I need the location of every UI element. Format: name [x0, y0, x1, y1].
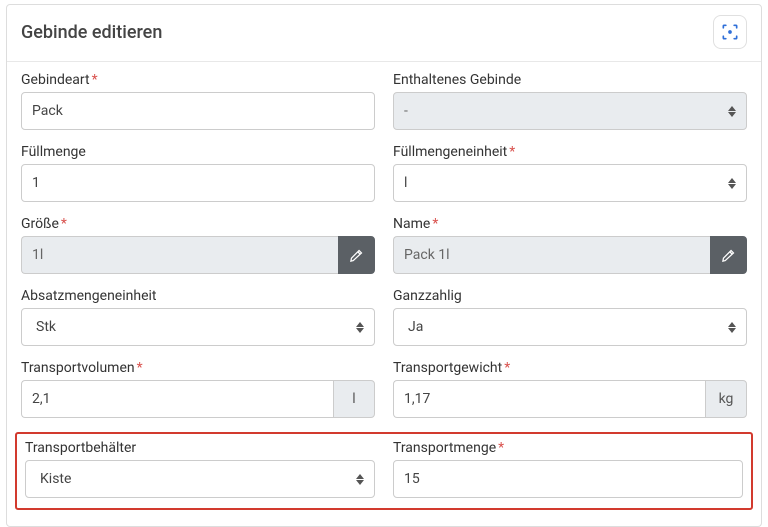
scan-icon	[720, 22, 740, 42]
scan-button[interactable]	[713, 15, 747, 49]
transportgewicht-label: Transportgewicht*	[393, 360, 747, 376]
fuellmenge-input[interactable]: 1	[21, 164, 375, 202]
fuellmengeneinheit-label: Füllmengeneinheit*	[393, 144, 747, 160]
name-display: Pack 1l	[393, 236, 710, 274]
chevron-updown-icon	[728, 322, 736, 333]
transportgewicht-input[interactable]: 1,17	[393, 380, 705, 418]
fuellmengeneinheit-select[interactable]: l	[393, 164, 747, 202]
transportbehaelter-label: Transportbehälter	[25, 440, 375, 456]
name-label: Name*	[393, 216, 747, 232]
transportvolumen-label: Transportvolumen*	[21, 360, 375, 376]
chevron-updown-icon	[728, 178, 736, 189]
transportvolumen-input[interactable]: 2,1	[21, 380, 333, 418]
transportvolumen-group: 2,1 l	[21, 380, 375, 418]
name-group: Pack 1l	[393, 236, 747, 274]
edit-icon	[721, 248, 736, 263]
ganzzahlig-label: Ganzzahlig	[393, 288, 747, 304]
ganzzahlig-select[interactable]: Ja	[393, 308, 747, 346]
panel-title: Gebinde editieren	[21, 22, 162, 43]
gebindeart-input[interactable]: Pack	[21, 92, 375, 130]
transportmenge-input[interactable]: 15	[393, 460, 743, 498]
transportgewicht-group: 1,17 kg	[393, 380, 747, 418]
transportbehaelter-select[interactable]: Kiste	[25, 460, 375, 498]
enthaltenes-select[interactable]: -	[393, 92, 747, 130]
panel-body: Gebindeart* Pack Enthaltenes Gebinde -	[7, 62, 761, 526]
fuellmenge-label: Füllmenge	[21, 144, 375, 160]
groesse-edit-button[interactable]	[338, 236, 376, 274]
edit-gebinde-panel: Gebinde editieren Gebindeart* Pack	[6, 4, 762, 527]
transportgewicht-unit: kg	[705, 380, 747, 418]
groesse-display: 1l	[21, 236, 338, 274]
groesse-group: 1l	[21, 236, 375, 274]
chevron-updown-icon	[728, 106, 736, 117]
transportvolumen-unit: l	[333, 380, 375, 418]
chevron-updown-icon	[356, 474, 364, 485]
transport-row-highlight: Transportbehälter Kiste Transportmenge* …	[15, 432, 753, 510]
enthaltenes-label: Enthaltenes Gebinde	[393, 72, 747, 88]
gebindeart-label: Gebindeart*	[21, 72, 375, 88]
groesse-label: Größe*	[21, 216, 375, 232]
name-edit-button[interactable]	[710, 236, 748, 274]
transportmenge-label: Transportmenge*	[393, 440, 743, 456]
edit-icon	[349, 248, 364, 263]
absatz-select[interactable]: Stk	[21, 308, 375, 346]
panel-header: Gebinde editieren	[7, 5, 761, 62]
absatz-label: Absatzmengeneinheit	[21, 288, 375, 304]
chevron-updown-icon	[356, 322, 364, 333]
